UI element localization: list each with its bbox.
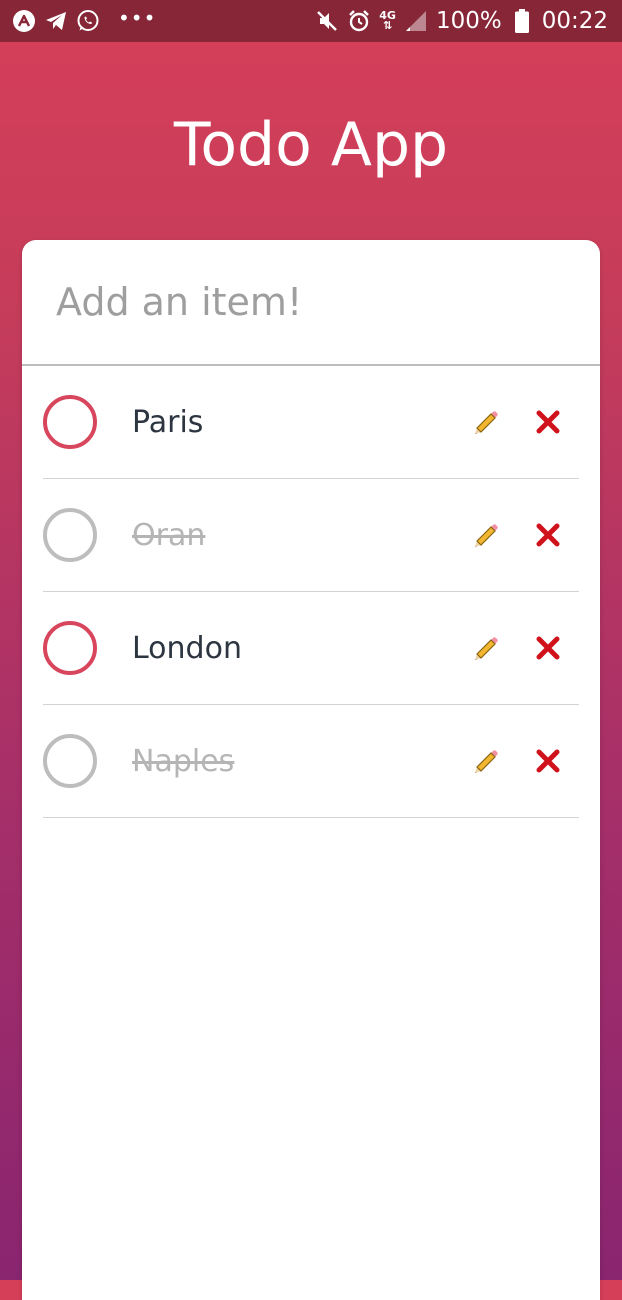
network-type: 4G ⇅ [379, 10, 396, 32]
delete-button[interactable] [533, 520, 563, 550]
todo-list: Paris Oran London Naples [43, 366, 579, 818]
more-notifications-icon: ••• [118, 6, 157, 30]
todo-item: Oran [43, 479, 579, 592]
app-notification-icon [12, 9, 36, 33]
add-item-input[interactable] [22, 240, 600, 366]
todo-text: Paris [132, 404, 204, 440]
telegram-icon [44, 9, 68, 33]
todo-text: Oran [132, 517, 206, 553]
close-icon [536, 410, 560, 434]
todo-item: Paris [43, 366, 579, 479]
todo-item: Naples [43, 705, 579, 818]
signal-icon [404, 9, 428, 33]
battery-percent: 100% [435, 8, 502, 34]
alarm-icon [347, 9, 371, 33]
app-title: Todo App [173, 110, 449, 180]
status-right: 4G ⇅ 100% 00:22 [315, 8, 608, 34]
todo-check-toggle[interactable] [43, 734, 97, 788]
delete-button[interactable] [533, 746, 563, 776]
todo-check-toggle[interactable] [43, 395, 97, 449]
todo-check-toggle[interactable] [43, 621, 97, 675]
battery-icon [510, 9, 534, 33]
edit-button[interactable] [471, 746, 501, 776]
todo-check-toggle[interactable] [43, 508, 97, 562]
network-activity-icon: ⇅ [382, 19, 393, 32]
mute-icon [315, 9, 339, 33]
todo-item: London [43, 592, 579, 705]
todo-text: London [132, 630, 242, 666]
pencil-icon [475, 411, 498, 434]
edit-button[interactable] [471, 407, 501, 437]
delete-button[interactable] [533, 407, 563, 437]
edit-button[interactable] [471, 633, 501, 663]
edit-button[interactable] [471, 520, 501, 550]
status-bar: ••• 4G ⇅ 100% 00:22 [0, 0, 622, 42]
pencil-icon [475, 637, 498, 660]
delete-button[interactable] [533, 633, 563, 663]
todo-card: Paris Oran [22, 240, 600, 1300]
status-left: ••• [12, 6, 157, 33]
todo-text: Naples [132, 743, 235, 779]
clock: 00:22 [541, 8, 608, 34]
close-icon [536, 749, 560, 773]
pencil-icon [475, 524, 498, 547]
whatsapp-icon [76, 9, 100, 33]
close-icon [536, 523, 560, 547]
pencil-icon [475, 750, 498, 773]
close-icon [536, 636, 560, 660]
